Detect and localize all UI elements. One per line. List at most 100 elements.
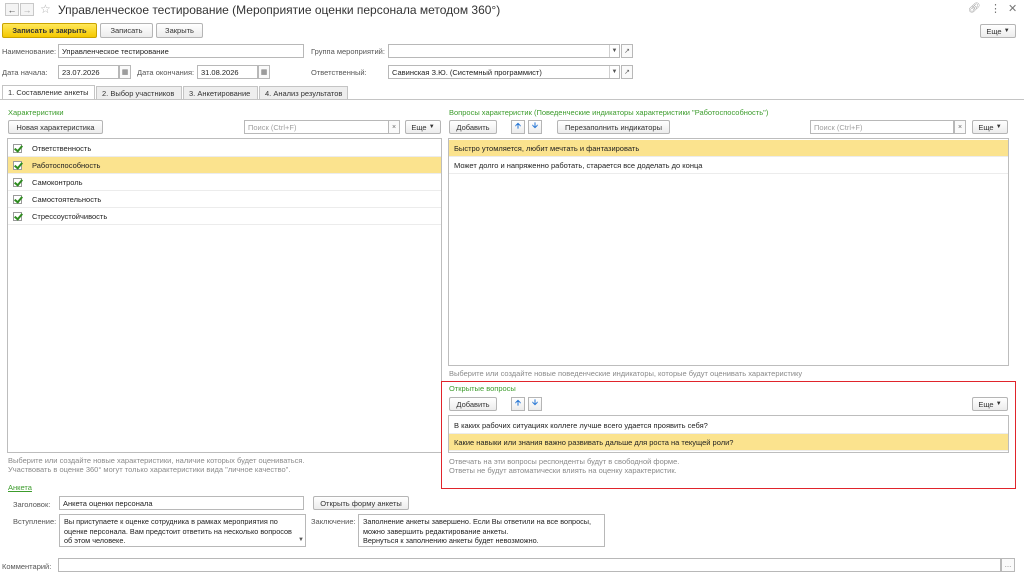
questions-more-button[interactable]: Еще ▼ xyxy=(972,120,1008,134)
move-up-button[interactable]: 🡩 xyxy=(511,120,525,134)
open-questions-list: В каких рабочих ситуациях коллеге лучше … xyxy=(448,415,1009,453)
list-item-label: Стрессоустойчивость xyxy=(32,211,108,221)
list-item-label: Самоконтроль xyxy=(32,177,83,187)
list-item[interactable]: В каких рабочих ситуациях коллеге лучше … xyxy=(449,417,1008,434)
title-bar: ← → ☆ Управленческое тестирование (Мероп… xyxy=(0,0,1024,20)
back-button[interactable]: ← xyxy=(5,3,19,16)
more-button[interactable]: Еще ▼ xyxy=(980,24,1016,38)
tab-questionnaire[interactable]: 1. Составление анкеты xyxy=(2,85,95,99)
arrow-down-icon: 🡫 xyxy=(532,398,538,407)
start-date-value: 23.07.2026 xyxy=(62,67,100,77)
open-move-up-button[interactable]: 🡩 xyxy=(511,397,525,411)
list-item[interactable]: Самостоятельность xyxy=(8,191,441,208)
calendar-icon: ▦ xyxy=(260,69,268,76)
tab-participants[interactable]: 2. Выбор участников xyxy=(96,86,182,99)
characteristics-search-clear[interactable]: × xyxy=(388,120,400,134)
chevron-down-icon[interactable]: ▼ xyxy=(609,45,619,57)
link-icon: ↗ xyxy=(624,69,630,76)
arrow-up-icon: 🡩 xyxy=(515,398,521,407)
questions-search-clear[interactable]: × xyxy=(954,120,966,134)
responsible-field[interactable]: Савинская З.Ю. (Системный программист) ▼ xyxy=(388,65,620,79)
conclusion-textarea[interactable]: Заполнение анкеты завершено. Если Вы отв… xyxy=(358,514,605,547)
open-questions-more-button[interactable]: Еще ▼ xyxy=(972,397,1008,411)
checkbox[interactable] xyxy=(13,143,22,153)
forward-arrow-icon: → xyxy=(22,4,32,15)
chevron-down-icon: ▼ xyxy=(995,401,1002,407)
star-icon[interactable]: ☆ xyxy=(40,2,51,16)
search-placeholder: Поиск (Ctrl+F) xyxy=(248,122,297,132)
list-item[interactable]: Самоконтроль xyxy=(8,174,441,191)
link-icon[interactable]: 🔗︎ xyxy=(968,3,981,14)
calendar-icon: ▦ xyxy=(121,69,129,76)
move-down-button[interactable]: 🡫 xyxy=(528,120,542,134)
group-field[interactable]: ▼ xyxy=(388,44,620,58)
new-characteristic-button[interactable]: Новая характеристика xyxy=(8,120,103,134)
search-placeholder: Поиск (Ctrl+F) xyxy=(814,122,863,132)
back-arrow-icon: ← xyxy=(7,4,17,15)
list-item-label: Работоспособность xyxy=(32,160,101,170)
end-date-value: 31.08.2026 xyxy=(201,67,239,77)
questions-hint: Выберите или создайте новые поведенчески… xyxy=(449,369,803,378)
comment-field[interactable] xyxy=(58,558,1001,572)
checkbox[interactable] xyxy=(13,194,22,204)
more-label: Еще xyxy=(411,122,427,132)
conclusion-label: Заключение: xyxy=(311,517,356,526)
responsible-value: Савинская З.Ю. (Системный программист) xyxy=(392,67,542,77)
checkbox[interactable] xyxy=(13,211,22,221)
chevron-down-icon: ▼ xyxy=(428,124,435,130)
intro-textarea[interactable]: Вы приступаете к оценке сотрудника в рам… xyxy=(59,514,306,547)
tab-survey[interactable]: 3. Анкетирование xyxy=(183,86,258,99)
list-item-label: Может долго и напряженно работать, стара… xyxy=(454,160,703,170)
chevron-down-icon[interactable]: ▼ xyxy=(609,66,619,78)
characteristics-search-input[interactable]: Поиск (Ctrl+F) xyxy=(244,120,389,134)
responsible-open-button[interactable]: ↗ xyxy=(621,65,633,79)
survey-title-field[interactable]: Анкета оценки персонала xyxy=(59,496,304,510)
window-title: Управленческое тестирование (Мероприятие… xyxy=(58,3,501,17)
arrow-up-icon: 🡩 xyxy=(515,121,521,130)
refill-indicators-button[interactable]: Перезаполнить индикаторы xyxy=(557,120,670,134)
list-item[interactable]: Какие навыки или знания важно развивать … xyxy=(449,434,1008,451)
more-label: Еще xyxy=(978,122,994,132)
list-item[interactable]: Работоспособность xyxy=(8,157,441,174)
more-label: Еще xyxy=(986,26,1002,36)
open-form-button[interactable]: Открыть форму анкеты xyxy=(313,496,409,510)
clear-icon: × xyxy=(957,123,963,131)
group-open-button[interactable]: ↗ xyxy=(621,44,633,58)
end-calendar-button[interactable]: ▦ xyxy=(258,65,270,79)
open-move-down-button[interactable]: 🡫 xyxy=(528,397,542,411)
tab-analysis[interactable]: 4. Анализ результатов xyxy=(259,86,348,99)
questions-add-button[interactable]: Добавить xyxy=(449,120,497,134)
forward-button[interactable]: → xyxy=(20,3,34,16)
list-item[interactable]: Быстро утомляется, любит мечтать и фанта… xyxy=(449,140,1008,157)
name-field[interactable]: Управленческое тестирование xyxy=(58,44,304,58)
characteristics-hint: Выберите или создайте новые характеристи… xyxy=(8,456,305,474)
name-label: Наименование: xyxy=(2,47,57,56)
comment-select-button[interactable]: … xyxy=(1001,558,1015,572)
kebab-icon[interactable]: ⋮ xyxy=(990,2,1001,15)
start-calendar-button[interactable]: ▦ xyxy=(119,65,131,79)
tab-divider xyxy=(0,99,1024,100)
ellipsis-icon: … xyxy=(1004,561,1012,569)
close-icon[interactable]: ✕ xyxy=(1008,2,1017,15)
characteristics-more-button[interactable]: Еще ▼ xyxy=(405,120,441,134)
list-item[interactable]: Стрессоустойчивость xyxy=(8,208,441,225)
survey-title-label: Заголовок: xyxy=(13,500,51,509)
close-button[interactable]: Закрыть xyxy=(156,23,203,38)
open-questions-add-button[interactable]: Добавить xyxy=(449,397,497,411)
chevron-down-icon[interactable]: ▼ xyxy=(298,537,304,543)
intro-label: Вступление: xyxy=(13,517,57,526)
checkbox[interactable] xyxy=(13,177,22,187)
responsible-label: Ответственный: xyxy=(311,68,367,77)
checkbox[interactable] xyxy=(13,160,22,170)
questions-title: Вопросы характеристик (Поведенческие инд… xyxy=(449,108,769,117)
start-date-field[interactable]: 23.07.2026 xyxy=(58,65,119,79)
save-close-button[interactable]: Записать и закрыть xyxy=(2,23,97,38)
list-item[interactable]: Может долго и напряженно работать, стара… xyxy=(449,157,1008,174)
survey-section-label[interactable]: Анкета xyxy=(8,483,32,492)
end-date-field[interactable]: 31.08.2026 xyxy=(197,65,258,79)
questions-search-input[interactable]: Поиск (Ctrl+F) xyxy=(810,120,954,134)
list-item[interactable]: Ответственность xyxy=(8,140,441,157)
chevron-down-icon: ▼ xyxy=(1003,28,1010,34)
arrow-down-icon: 🡫 xyxy=(532,121,538,130)
save-button[interactable]: Записать xyxy=(100,23,153,38)
